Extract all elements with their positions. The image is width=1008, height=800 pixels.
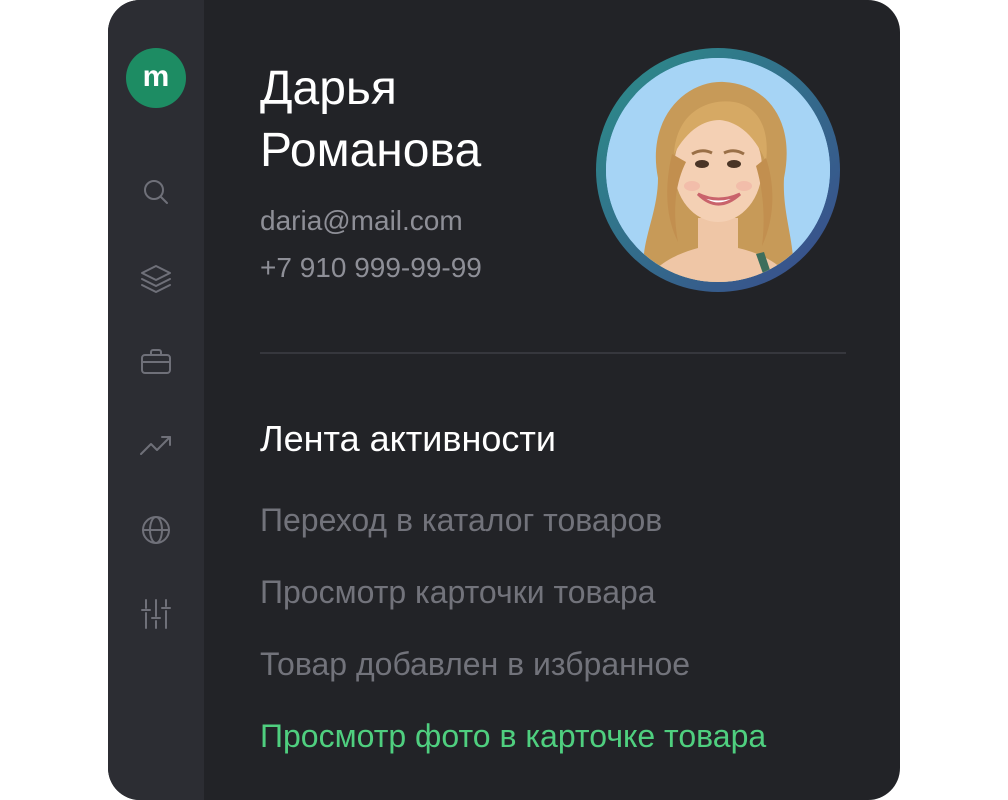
section-divider — [260, 352, 846, 354]
globe-icon[interactable] — [138, 512, 174, 548]
profile-card: m Дарья Романова daria@mail.com +7 910 9… — [108, 0, 900, 800]
activity-feed-title: Лента активности — [260, 418, 557, 459]
main-content: Дарья Романова daria@mail.com +7 910 999… — [204, 0, 900, 800]
profile-last-name: Романова — [260, 124, 482, 177]
profile-first-name: Дарья — [260, 62, 397, 115]
activity-item[interactable]: Товар добавлен в избранное — [260, 644, 690, 684]
avatar[interactable] — [606, 58, 830, 282]
briefcase-icon[interactable] — [138, 344, 174, 380]
sliders-icon[interactable] — [138, 596, 174, 632]
trending-up-icon[interactable] — [138, 427, 174, 463]
avatar-ring — [596, 48, 840, 292]
sidebar: m — [108, 0, 204, 800]
activity-item[interactable]: Переход в каталог товаров — [260, 500, 662, 540]
profile-phone[interactable]: +7 910 999-99-99 — [260, 251, 482, 285]
layers-icon[interactable] — [138, 261, 174, 297]
activity-item[interactable]: Просмотр карточки товара — [260, 572, 656, 612]
profile-email[interactable]: daria@mail.com — [260, 204, 463, 238]
activity-item-current[interactable]: Просмотр фото в карточке товара — [260, 716, 766, 756]
app-logo[interactable]: m — [126, 48, 186, 108]
search-icon[interactable] — [138, 174, 174, 210]
profile-name: Дарья Романова — [260, 58, 560, 182]
